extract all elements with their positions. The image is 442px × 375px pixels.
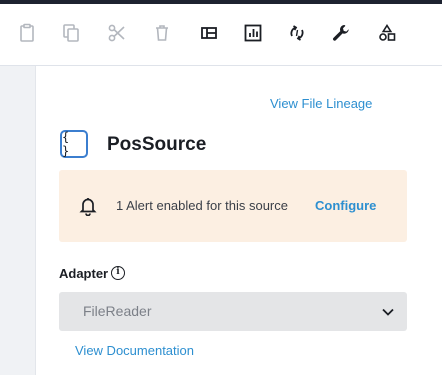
view-documentation-link[interactable]: View Documentation <box>75 343 194 358</box>
source-type-icon: { } <box>60 130 88 158</box>
layout-icon[interactable] <box>198 22 220 44</box>
view-file-lineage-link[interactable]: View File Lineage <box>270 96 372 111</box>
info-icon[interactable]: i <box>111 266 125 280</box>
bell-icon <box>79 198 97 216</box>
wrench-icon[interactable] <box>330 22 352 44</box>
configure-alerts-link[interactable]: Configure <box>315 198 376 213</box>
source-panel: View File Lineage { } PosSource 1 Alert … <box>35 66 442 375</box>
adapter-label: Adapter <box>59 266 109 281</box>
alert-text: 1 Alert enabled for this source <box>116 198 288 213</box>
clipboard-icon[interactable] <box>16 22 38 44</box>
scissors-icon[interactable] <box>106 22 128 44</box>
sync-icon[interactable] <box>286 22 308 44</box>
trash-icon[interactable] <box>151 22 173 44</box>
alert-banner: 1 Alert enabled for this source Configur… <box>59 170 407 242</box>
adapter-select-value: FileReader <box>83 303 152 319</box>
toolbar <box>0 4 442 66</box>
page-title: PosSource <box>107 134 207 155</box>
chevron-down-icon <box>382 308 394 316</box>
adapter-select[interactable]: FileReader <box>59 292 407 331</box>
chart-icon[interactable] <box>242 22 264 44</box>
copy-icon[interactable] <box>60 22 82 44</box>
shapes-icon[interactable] <box>376 22 398 44</box>
source-type-glyph: { } <box>62 130 71 158</box>
